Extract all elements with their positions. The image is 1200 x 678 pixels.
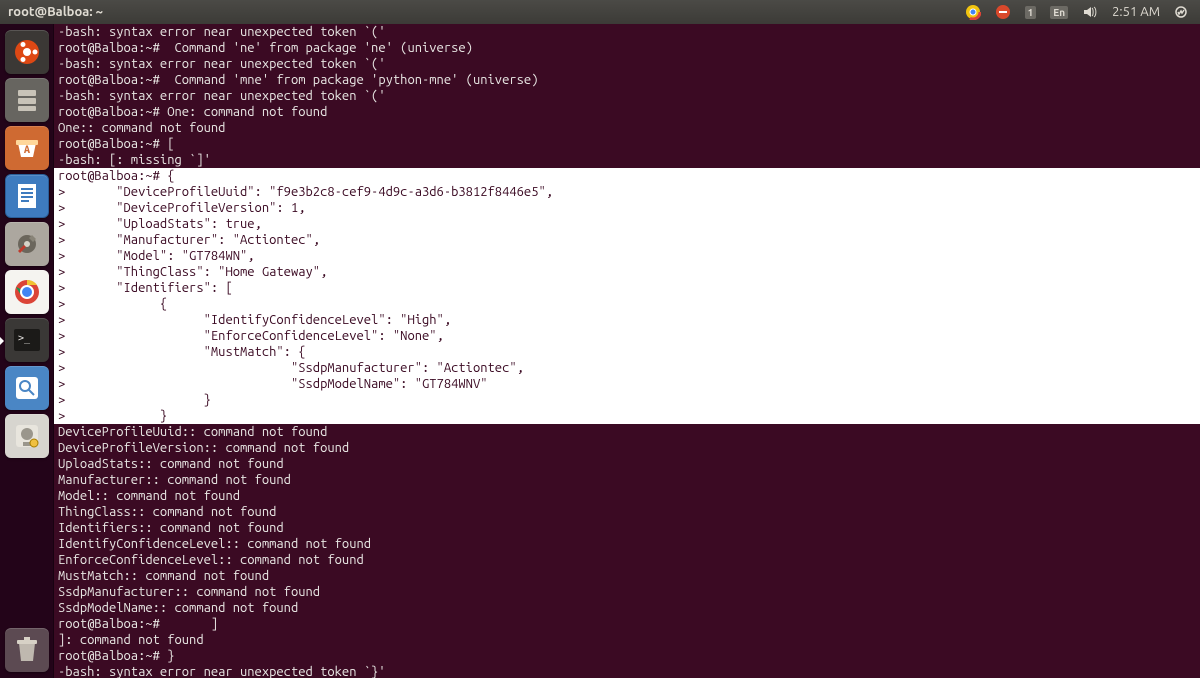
dash-icon[interactable] xyxy=(5,30,49,74)
terminal-line: SsdpModelName:: command not found xyxy=(54,600,1200,616)
terminal-line: > { xyxy=(54,296,1200,312)
terminal-line: root@Balboa:~# { xyxy=(54,168,1200,184)
launcher: A >_ xyxy=(0,24,54,678)
svg-text:A: A xyxy=(23,144,30,156)
terminal-line: > "ThingClass": "Home Gateway", xyxy=(54,264,1200,280)
session-indicator-icon[interactable] xyxy=(1174,5,1188,19)
wizard-icon[interactable] xyxy=(5,414,49,458)
terminal-icon[interactable]: >_ xyxy=(5,318,49,362)
terminal-line: -bash: syntax error near unexpected toke… xyxy=(54,88,1200,104)
clock-indicator[interactable]: 2:51 AM xyxy=(1112,5,1160,19)
menu-bar: root@Balboa: ~ 1 En 2:51 AM xyxy=(0,0,1200,24)
terminal-line: > "SsdpModelName": "GT784WNV" xyxy=(54,376,1200,392)
terminal-line: root@Balboa:~# [ xyxy=(54,136,1200,152)
software-icon[interactable]: A xyxy=(5,126,49,170)
terminal-output[interactable]: -bash: syntax error near unexpected toke… xyxy=(54,24,1200,678)
terminal-line: -bash: [: missing `]' xyxy=(54,152,1200,168)
terminal-line: IdentifyConfidenceLevel:: command not fo… xyxy=(54,536,1200,552)
updates-indicator[interactable]: 1 xyxy=(1025,6,1037,19)
close-indicator-icon[interactable] xyxy=(995,4,1011,20)
terminal-line: -bash: syntax error near unexpected toke… xyxy=(54,664,1200,678)
terminal-line: DeviceProfileVersion:: command not found xyxy=(54,440,1200,456)
terminal-line: > "DeviceProfileUuid": "f9e3b2c8-cef9-4d… xyxy=(54,184,1200,200)
terminal-line: Identifiers:: command not found xyxy=(54,520,1200,536)
terminal-line: EnforceConfidenceLevel:: command not fou… xyxy=(54,552,1200,568)
terminal-line: Manufacturer:: command not found xyxy=(54,472,1200,488)
terminal-line: > } xyxy=(54,392,1200,408)
terminal-line: root@Balboa:~# } xyxy=(54,648,1200,664)
chrome-icon[interactable] xyxy=(5,270,49,314)
chrome-indicator-icon[interactable] xyxy=(965,4,981,20)
terminal-line: > } xyxy=(54,408,1200,424)
terminal-line: SsdpManufacturer:: command not found xyxy=(54,584,1200,600)
trash-icon[interactable] xyxy=(5,628,49,672)
terminal-line: UploadStats:: command not found xyxy=(54,456,1200,472)
terminal-line: > "EnforceConfidenceLevel": "None", xyxy=(54,328,1200,344)
terminal-line: One:: command not found xyxy=(54,120,1200,136)
terminal-line: Model:: command not found xyxy=(54,488,1200,504)
terminal-line: ]: command not found xyxy=(54,632,1200,648)
terminal-line: > "Manufacturer": "Actiontec", xyxy=(54,232,1200,248)
terminal-line: -bash: syntax error near unexpected toke… xyxy=(54,56,1200,72)
settings-icon[interactable] xyxy=(5,222,49,266)
terminal-line: > "SsdpManufacturer": "Actiontec", xyxy=(54,360,1200,376)
terminal-line: > "DeviceProfileVersion": 1, xyxy=(54,200,1200,216)
files-icon[interactable] xyxy=(5,78,49,122)
terminal-line: MustMatch:: command not found xyxy=(54,568,1200,584)
terminal-line: > "MustMatch": { xyxy=(54,344,1200,360)
svg-text:>_: >_ xyxy=(18,333,31,344)
terminal-line: DeviceProfileUuid:: command not found xyxy=(54,424,1200,440)
terminal-line: ThingClass:: command not found xyxy=(54,504,1200,520)
window-title: root@Balboa: ~ xyxy=(0,5,965,19)
terminal-line: -bash: syntax error near unexpected toke… xyxy=(54,24,1200,40)
terminal-line: root@Balboa:~# One: command not found xyxy=(54,104,1200,120)
terminal-line: > "Identifiers": [ xyxy=(54,280,1200,296)
magnifier-icon[interactable] xyxy=(5,366,49,410)
sound-indicator-icon[interactable] xyxy=(1082,4,1098,20)
terminal-line: > "IdentifyConfidenceLevel": "High", xyxy=(54,312,1200,328)
terminal-line: root@Balboa:~# Command 'ne' from package… xyxy=(54,40,1200,56)
keyboard-indicator[interactable]: En xyxy=(1050,6,1068,19)
terminal-line: root@Balboa:~# ] xyxy=(54,616,1200,632)
terminal-line: root@Balboa:~# Command 'mne' from packag… xyxy=(54,72,1200,88)
terminal-line: > "Model": "GT784WN", xyxy=(54,248,1200,264)
indicator-area: 1 En 2:51 AM xyxy=(965,4,1200,20)
terminal-line: > "UploadStats": true, xyxy=(54,216,1200,232)
document-icon[interactable] xyxy=(5,174,49,218)
